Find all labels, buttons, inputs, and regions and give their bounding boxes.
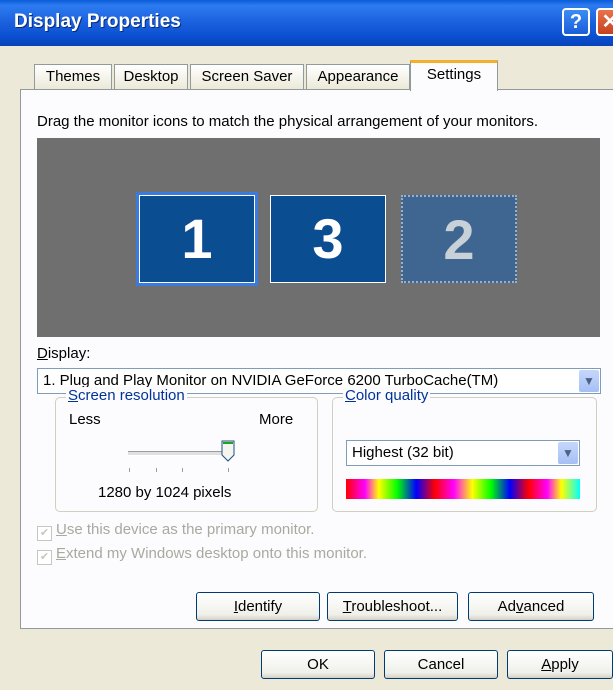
slider-tick xyxy=(228,468,229,472)
window-title: Display Properties xyxy=(14,11,181,32)
primary-monitor-checkbox[interactable]: ✔ Use this device as the primary monitor. xyxy=(37,521,314,541)
display-properties-window: Display Properties ? ✕ Themes Desktop Sc… xyxy=(0,0,613,690)
advanced-label-start: Ad xyxy=(497,598,516,615)
title-bar[interactable]: Display Properties ? ✕ xyxy=(0,0,613,46)
display-label: Display: xyxy=(37,345,90,362)
apply-label: pply xyxy=(551,656,579,673)
chevron-down-icon[interactable]: ▼ xyxy=(579,370,599,392)
extend-desktop-checkbox[interactable]: ✔ Extend my Windows desktop onto this mon… xyxy=(37,545,367,565)
color-quality-legend-text: olor quality xyxy=(355,387,429,404)
advanced-label-end: anced xyxy=(523,598,565,615)
tab-screen-saver[interactable]: Screen Saver xyxy=(190,64,304,89)
extend-desktop-accel: E xyxy=(56,545,67,562)
identify-button[interactable]: Identify xyxy=(196,592,320,621)
color-quality-accel: C xyxy=(345,387,356,404)
screen-resolution-legend-text: creen resolution xyxy=(78,387,185,404)
resolution-slider-thumb[interactable] xyxy=(221,440,235,462)
troubleshoot-label: roubleshoot... xyxy=(351,598,443,615)
tab-themes[interactable]: Themes xyxy=(34,64,112,89)
resolution-value: 1280 by 1024 pixels xyxy=(98,484,232,501)
color-quality-value: Highest (32 bit) xyxy=(352,444,454,461)
apply-button[interactable]: Apply xyxy=(507,650,613,679)
chevron-down-icon[interactable]: ▼ xyxy=(558,442,578,464)
display-label-accel: D xyxy=(37,345,48,362)
resolution-slider-track[interactable] xyxy=(128,451,234,456)
screen-resolution-legend: Screen resolution xyxy=(66,387,187,404)
tab-desktop[interactable]: Desktop xyxy=(114,64,188,89)
troubleshoot-button[interactable]: Troubleshoot... xyxy=(327,592,458,621)
checkmark-icon: ✔ xyxy=(37,526,52,541)
primary-monitor-accel: U xyxy=(56,521,67,538)
advanced-button[interactable]: Advanced xyxy=(468,592,594,621)
resolution-more-label: More xyxy=(259,411,294,428)
cancel-button[interactable]: Cancel xyxy=(384,650,498,679)
identify-label: dentify xyxy=(237,598,283,615)
slider-tick xyxy=(156,468,157,472)
monitor-arrangement-area[interactable]: 1 3 2 xyxy=(37,138,600,337)
tab-appearance[interactable]: Appearance xyxy=(306,64,410,89)
slider-tick xyxy=(182,468,183,472)
color-quality-legend: Color quality xyxy=(343,387,431,404)
checkmark-icon: ✔ xyxy=(37,550,52,565)
extend-desktop-label: xtend my Windows desktop onto this monit… xyxy=(66,545,367,562)
screen-resolution-accel: S xyxy=(68,387,79,404)
tab-settings[interactable]: Settings xyxy=(410,60,498,91)
monitor-1[interactable]: 1 xyxy=(139,195,255,283)
primary-monitor-label: se this device as the primary monitor. xyxy=(66,521,315,538)
monitor-3[interactable]: 3 xyxy=(270,195,386,283)
close-button[interactable]: ✕ xyxy=(596,8,613,36)
monitor-2[interactable]: 2 xyxy=(401,195,517,283)
resolution-less-label: Less xyxy=(69,411,101,428)
slider-tick xyxy=(129,468,130,472)
help-button[interactable]: ? xyxy=(562,8,590,36)
color-spectrum-bar xyxy=(346,479,580,499)
display-label-text: isplay: xyxy=(47,345,91,362)
apply-accel: A xyxy=(541,656,552,673)
arrangement-instruction: Drag the monitor icons to match the phys… xyxy=(37,113,539,130)
ok-button[interactable]: OK xyxy=(261,650,375,679)
color-quality-select[interactable]: Highest (32 bit) ▼ xyxy=(346,440,580,466)
